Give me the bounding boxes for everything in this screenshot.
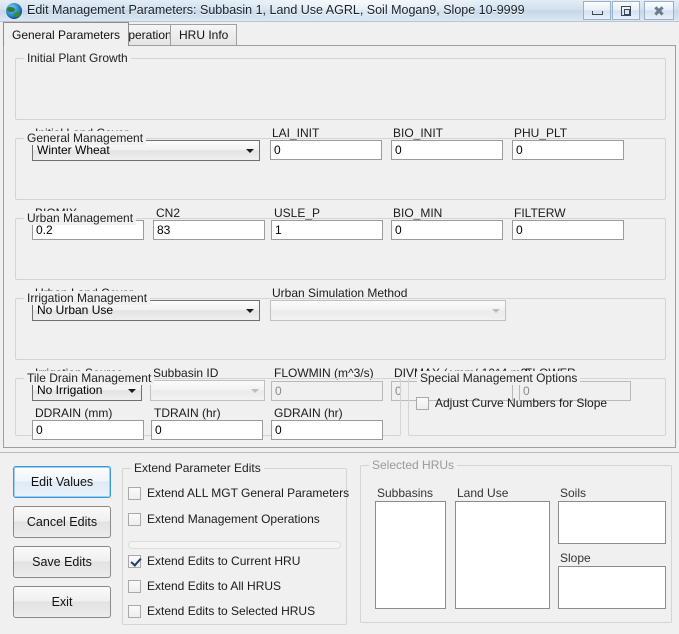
tdrain-input[interactable] xyxy=(151,420,263,440)
group-legend-tile-drain-management: Tile Drain Management xyxy=(24,371,155,385)
extend-edits-to-selected-hrus-checkbox[interactable]: Extend Edits to Selected HRUS xyxy=(128,604,315,618)
minimize-icon xyxy=(584,2,610,19)
adjust-curve-numbers-label: Adjust Curve Numbers for Slope xyxy=(435,396,608,410)
title-bar: Edit Management Parameters: Subbasin 1, … xyxy=(0,0,679,22)
group-legend-irrigation-management: Irrigation Management xyxy=(24,291,151,305)
adjust-curve-numbers-for-slope-checkbox[interactable]: Adjust Curve Numbers for Slope xyxy=(416,396,607,410)
label-subbasins: Subbasins xyxy=(377,486,434,500)
tab-bar: General Parameters Operations HRU Info xyxy=(0,22,679,46)
extend-all-mgt-label: Extend ALL MGT General Parameters xyxy=(147,486,350,500)
close-button[interactable]: ✖ xyxy=(644,1,674,20)
label-ddrain: DDRAIN (mm) xyxy=(35,406,113,420)
tab-general-parameters[interactable]: General Parameters xyxy=(3,22,130,46)
bottom-bar: Edit Values Cancel Edits Save Edits Exit… xyxy=(0,452,679,634)
edit-values-button[interactable]: Edit Values xyxy=(13,466,111,498)
checkbox-box-icon xyxy=(416,396,429,410)
land-use-listbox[interactable] xyxy=(455,501,550,609)
minimize-button[interactable] xyxy=(583,1,611,20)
group-irrigation-management: Irrigation Management xyxy=(15,291,666,360)
group-initial-plant-growth: Initial Plant Growth xyxy=(15,51,666,120)
checkbox-box-icon xyxy=(128,604,141,618)
extend-edits-current-hru-label: Extend Edits to Current HRU xyxy=(147,554,301,568)
general-parameters-panel: Initial Plant Growth Initial Land Cover … xyxy=(3,45,676,448)
exit-button[interactable]: Exit xyxy=(13,586,111,618)
extend-management-operations-label: Extend Management Operations xyxy=(147,512,320,526)
ddrain-input[interactable] xyxy=(32,420,144,440)
extend-management-operations-checkbox[interactable]: Extend Management Operations xyxy=(128,512,320,526)
label-slope: Slope xyxy=(560,551,591,565)
extend-edits-to-all-hrus-checkbox[interactable]: Extend Edits to All HRUS xyxy=(128,579,281,593)
tab-hru-info[interactable]: HRU Info xyxy=(170,24,238,46)
group-urban-management: Urban Management xyxy=(15,211,666,280)
checkbox-box-icon xyxy=(128,579,141,593)
group-legend-urban-management: Urban Management xyxy=(24,211,137,225)
maximize-button[interactable] xyxy=(612,1,640,20)
group-legend-general-management: General Management xyxy=(24,131,147,145)
subbasins-listbox[interactable] xyxy=(375,501,446,609)
edit-management-parameters-window: Edit Management Parameters: Subbasin 1, … xyxy=(0,0,679,634)
restore-icon xyxy=(613,2,639,19)
window-title: Edit Management Parameters: Subbasin 1, … xyxy=(27,3,525,17)
checkbox-box-icon xyxy=(128,486,141,500)
globe-icon xyxy=(6,3,22,19)
label-gdrain: GDRAIN (hr) xyxy=(274,406,343,420)
extend-edits-all-hrus-label: Extend Edits to All HRUS xyxy=(147,579,282,593)
label-tdrain: TDRAIN (hr) xyxy=(154,406,221,420)
cancel-edits-button[interactable]: Cancel Edits xyxy=(13,506,111,538)
checkbox-checked-icon xyxy=(128,554,141,568)
close-icon: ✖ xyxy=(653,2,665,19)
extend-edits-selected-hrus-label: Extend Edits to Selected HRUS xyxy=(147,604,316,618)
group-legend-initial-plant-growth: Initial Plant Growth xyxy=(24,51,131,65)
checkbox-box-icon xyxy=(128,512,141,526)
soils-listbox[interactable] xyxy=(558,501,666,544)
group-legend-extend-parameter-edits: Extend Parameter Edits xyxy=(131,461,264,475)
gdrain-input[interactable] xyxy=(271,420,383,440)
save-edits-button[interactable]: Save Edits xyxy=(13,546,111,578)
extend-edits-to-current-hru-checkbox[interactable]: Extend Edits to Current HRU xyxy=(128,554,300,568)
slope-listbox[interactable] xyxy=(558,566,666,609)
group-general-management: General Management xyxy=(15,131,666,200)
group-legend-special-management-options: Special Management Options xyxy=(417,371,581,385)
divider xyxy=(128,541,341,549)
group-legend-selected-hrus: Selected HRUs xyxy=(369,458,458,472)
label-land-use: Land Use xyxy=(457,486,509,500)
extend-all-mgt-general-parameters-checkbox[interactable]: Extend ALL MGT General Parameters xyxy=(128,486,349,500)
label-soils: Soils xyxy=(560,486,587,500)
